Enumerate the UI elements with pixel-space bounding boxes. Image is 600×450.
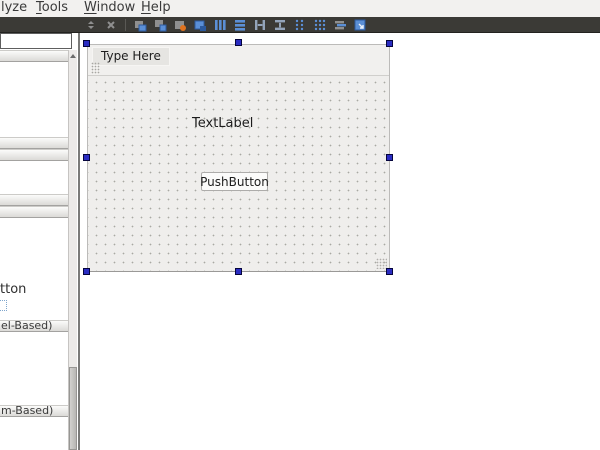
menu-tools[interactable]: Tools xyxy=(36,0,68,17)
selection-handle-middle-right[interactable] xyxy=(386,154,393,161)
form-text-label[interactable]: TextLabel xyxy=(192,117,253,130)
lay-out-horizontal-splitter-icon[interactable] xyxy=(252,18,268,32)
menu-analyze[interactable]: lyze xyxy=(1,0,27,17)
up-down-arrows-icon[interactable] xyxy=(83,18,99,32)
toolbar-separator xyxy=(125,19,126,31)
widget-filter-input[interactable] xyxy=(0,33,72,49)
form-menu-bar: Type Here xyxy=(88,45,389,76)
widget-item-button-truncated[interactable]: tton xyxy=(0,283,26,296)
sidebar-scrollbar[interactable] xyxy=(68,50,77,450)
widget-category-header[interactable] xyxy=(0,149,68,161)
qt-designer-window: lyze Tools Window Help xyxy=(0,0,600,450)
widget-category-header-item-based[interactable]: m-Based) xyxy=(0,405,68,417)
edit-widgets-icon[interactable] xyxy=(132,18,148,32)
widget-category-header[interactable] xyxy=(0,194,68,206)
lay-out-form-layout-icon[interactable] xyxy=(292,18,308,32)
widget-box-panel: tton el-Based) m-Based) xyxy=(0,33,78,450)
selection-handle-bottom-right[interactable] xyxy=(386,268,393,275)
add-menu-indicator xyxy=(91,62,100,74)
selection-handle-top-left[interactable] xyxy=(83,40,90,47)
selection-handle-middle-left[interactable] xyxy=(83,154,90,161)
scrollbar-thumb[interactable] xyxy=(69,367,77,450)
lay-out-vertically-icon[interactable] xyxy=(232,18,248,32)
menu-help[interactable]: Help xyxy=(141,0,171,17)
widget-category-header[interactable] xyxy=(0,206,68,218)
selection-handle-top-center[interactable] xyxy=(235,39,242,46)
selection-handle-bottom-left[interactable] xyxy=(83,268,90,275)
widget-category-header[interactable] xyxy=(0,137,68,149)
lay-out-grid-icon[interactable] xyxy=(312,18,328,32)
form-push-button[interactable]: PushButton xyxy=(201,172,268,191)
selection-handle-bottom-center[interactable] xyxy=(235,268,242,275)
widget-icon-fragment xyxy=(0,300,7,311)
widget-category-header-model-based[interactable]: el-Based) xyxy=(0,320,68,332)
designed-form[interactable]: Type Here TextLabel PushButton xyxy=(87,44,390,272)
lay-out-vertical-splitter-icon[interactable] xyxy=(272,18,288,32)
menu-window[interactable]: Window xyxy=(84,0,135,17)
designer-toolbar xyxy=(0,17,600,33)
edit-tab-order-icon[interactable] xyxy=(192,18,208,32)
close-icon[interactable] xyxy=(103,18,119,32)
selection-handle-top-right[interactable] xyxy=(386,40,393,47)
scrollbar-up-arrow-icon[interactable] xyxy=(69,52,77,60)
menu-bar: lyze Tools Window Help xyxy=(0,0,600,17)
adjust-size-icon[interactable] xyxy=(352,18,368,32)
form-grid-area[interactable]: TextLabel PushButton xyxy=(88,75,389,271)
edit-buddies-icon[interactable] xyxy=(172,18,188,32)
form-editor-canvas[interactable]: Type Here TextLabel PushButton xyxy=(80,33,600,450)
break-layout-icon[interactable] xyxy=(332,18,348,32)
lay-out-horizontally-icon[interactable] xyxy=(212,18,228,32)
menu-type-here-placeholder[interactable]: Type Here xyxy=(92,47,170,66)
widget-category-header[interactable] xyxy=(0,50,68,62)
edit-signals-slots-icon[interactable] xyxy=(152,18,168,32)
